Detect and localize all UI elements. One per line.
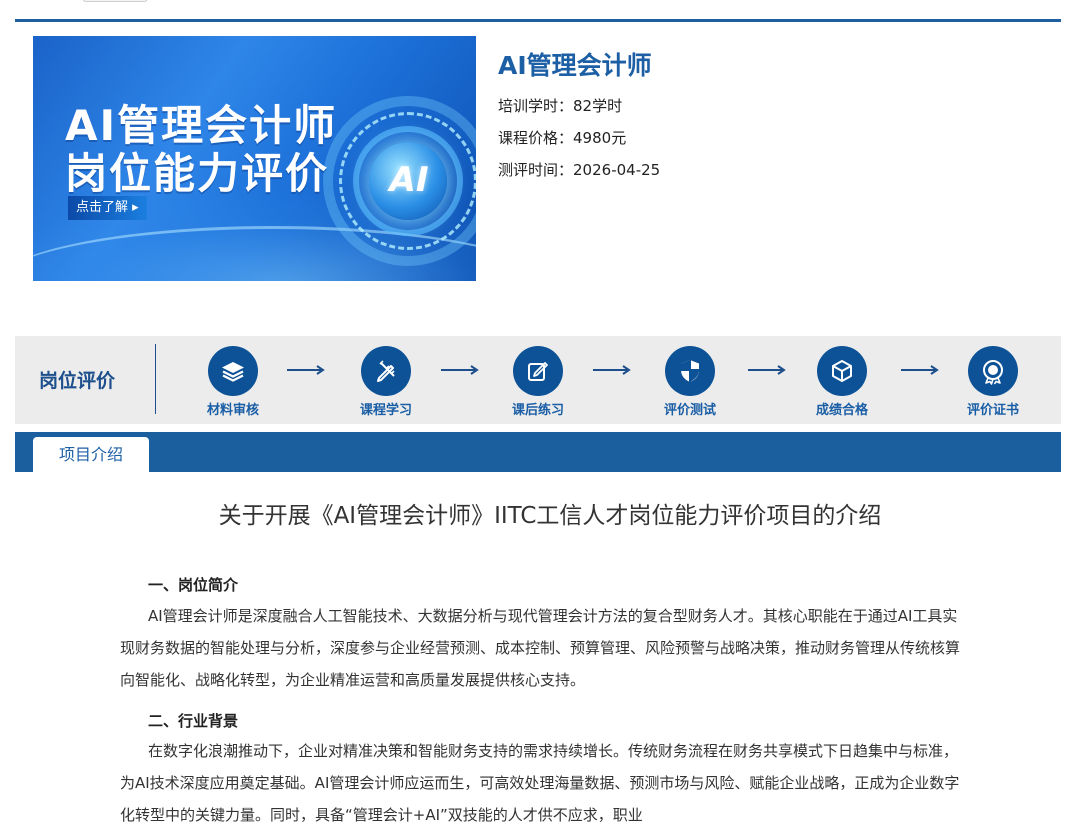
step-label: 材料审核 xyxy=(206,403,259,418)
training-hours-label: 培训学时： xyxy=(498,97,574,115)
learn-more-button[interactable]: 点击了解 ▸ xyxy=(68,196,147,220)
process-label: 岗位评价 xyxy=(39,370,116,392)
course-banner[interactable]: AI AI管理会计师 岗位能力评价 点击了解 ▸ xyxy=(33,36,476,281)
process-step-pass: 成绩合格 xyxy=(802,346,882,418)
arrow-right-icon xyxy=(593,365,631,375)
article-title: 关于开展《AI管理会计师》IITC工信人才岗位能力评价项目的介绍 xyxy=(218,503,882,529)
training-hours: 培训学时：82学时 xyxy=(498,95,622,116)
step-label: 课后练习 xyxy=(511,403,564,418)
banner-ai-badge: AI xyxy=(389,160,429,200)
course-price-value: 4980元 xyxy=(573,129,627,147)
course-price-label: 课程价格： xyxy=(498,129,574,147)
step-label: 成绩合格 xyxy=(815,403,868,418)
arrow-right-icon xyxy=(748,365,786,375)
pencil-ruler-icon xyxy=(361,346,411,396)
exam-date: 测评时间：2026-04-25 xyxy=(498,159,660,180)
step-label: 评价测试 xyxy=(663,403,716,418)
tab-project-intro[interactable]: 项目介绍 xyxy=(33,437,149,472)
process-step-evaluation-test: 评价测试 xyxy=(650,346,730,418)
banner-title-line2: 岗位能力评价 xyxy=(65,149,330,198)
edit-note-icon xyxy=(513,346,563,396)
arrow-right-icon xyxy=(901,365,939,375)
arrow-right-icon xyxy=(287,365,325,375)
section-heading-intro: 一、岗位简介 xyxy=(148,576,239,594)
course-price: 课程价格：4980元 xyxy=(498,127,626,148)
arrow-right-icon xyxy=(441,365,479,375)
content-tabbar: 项目介绍 xyxy=(15,432,1061,472)
layers-icon xyxy=(208,346,258,396)
section-heading-background: 二、行业背景 xyxy=(148,712,239,730)
process-step-material-review: 材料审核 xyxy=(193,346,273,418)
process-step-certificate: 评价证书 xyxy=(953,346,1033,418)
step-label: 评价证书 xyxy=(966,403,1019,418)
section-text-background: 在数字化浪潮推动下，企业对精准决策和智能财务支持的需求持续增长。传统财务流程在财… xyxy=(120,742,960,824)
process-step-course-study: 课程学习 xyxy=(346,346,426,418)
cube-icon xyxy=(817,346,867,396)
shield-icon xyxy=(665,346,715,396)
top-divider xyxy=(15,19,1061,22)
step-label: 课程学习 xyxy=(359,403,412,418)
course-title: AI管理会计师 xyxy=(498,51,652,80)
section-text-intro: AI管理会计师是深度融合人工智能技术、大数据分析与现代管理会计方法的复合型财务人… xyxy=(120,607,961,689)
process-divider xyxy=(155,344,156,414)
top-tab-fragment xyxy=(82,0,148,2)
exam-date-value: 2026-04-25 xyxy=(573,161,661,179)
medal-icon xyxy=(968,346,1018,396)
process-step-practice: 课后练习 xyxy=(498,346,578,418)
training-hours-value: 82学时 xyxy=(573,97,623,115)
evaluation-process: 岗位评价 材料审核 课程学习 课后练习 评价测试 成绩合格 评价证书 xyxy=(15,336,1061,424)
exam-date-label: 测评时间： xyxy=(498,161,574,179)
